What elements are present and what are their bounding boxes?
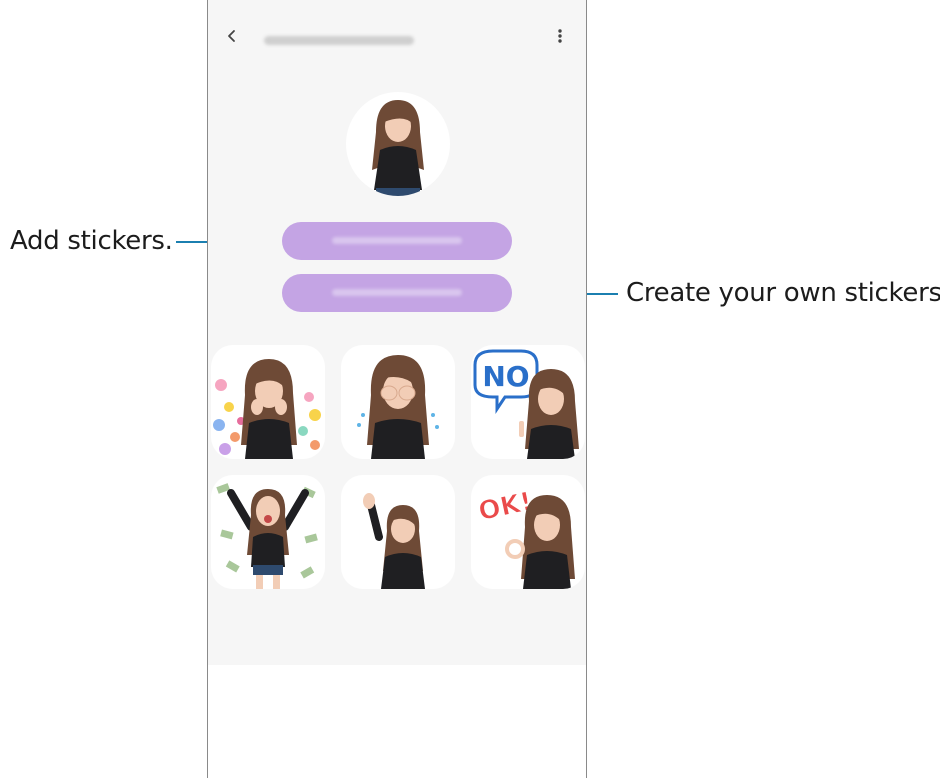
avatar-figure [372, 100, 424, 196]
sticker-ok[interactable]: OK! [471, 475, 585, 589]
sticker-grid: NO OK! [208, 345, 588, 665]
sticker-hearts[interactable] [211, 345, 325, 459]
screen-bottom-area [208, 665, 586, 778]
callout-add-stickers: Add stickers. [10, 226, 173, 256]
sticker-money[interactable] [211, 475, 325, 589]
back-button[interactable] [218, 22, 246, 50]
add-stickers-button-label [332, 237, 462, 244]
chevron-left-icon [228, 30, 235, 42]
sticker-wave[interactable] [341, 475, 455, 589]
sticker-hearts-image [213, 359, 321, 459]
sticker-crying-image [357, 355, 439, 459]
sticker-crying[interactable] [341, 345, 455, 459]
more-vertical-icon [558, 29, 562, 43]
sticker-wave-image [363, 493, 425, 589]
app-bar [208, 18, 586, 58]
callout-create-stickers: Create your own stickers. [626, 278, 940, 308]
sticker-ok-image: OK! [475, 486, 575, 589]
add-stickers-button[interactable] [282, 222, 512, 260]
create-stickers-button[interactable] [282, 274, 512, 312]
sticker-no-text: NO [482, 360, 529, 393]
create-stickers-button-label [332, 289, 462, 296]
sticker-no-image: NO [473, 349, 579, 459]
sticker-no[interactable]: NO [471, 345, 585, 459]
sticker-money-image [216, 483, 318, 589]
page-title [264, 36, 414, 45]
avatar[interactable] [346, 92, 450, 196]
phone-screen: NO OK! [207, 0, 587, 778]
more-options-button[interactable] [546, 22, 574, 50]
